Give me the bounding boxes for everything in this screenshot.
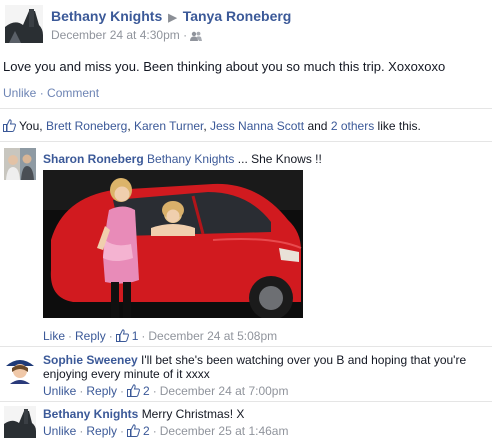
unlike-button[interactable]: Unlike [43, 424, 76, 438]
divider [0, 401, 492, 402]
likes-summary: You, Brett Roneberg, Karen Turner, Jess … [3, 119, 421, 135]
comment-timestamp[interactable]: December 24 at 5:08pm [148, 329, 277, 343]
reply-button[interactable]: Reply [86, 424, 117, 438]
comment-likes-count[interactable]: 1 [115, 329, 138, 345]
comment-actions: Unlike · Reply · 2 · December 25 at 1:46am [43, 424, 289, 438]
comment-timestamp[interactable]: December 24 at 7:00pm [160, 384, 289, 398]
comment-body: Bethany Knights Merry Christmas! X [43, 407, 244, 421]
comment-actions: Like · Reply · 1 · December 24 at 5:08pm [43, 329, 278, 345]
thumbs-up-icon [115, 329, 129, 345]
comment-author-link[interactable]: Bethany Knights [43, 407, 138, 421]
action-separator: · [39, 86, 44, 100]
likes-suffix: like this. [377, 119, 421, 133]
comment-text: I'll bet she's been watching over you B … [141, 353, 467, 367]
comment-likes-count[interactable]: 2 [127, 384, 150, 398]
comment-avatar[interactable] [4, 406, 36, 438]
arrow-right-icon: ▶ [168, 12, 177, 24]
post-author-link[interactable]: Bethany Knights [51, 8, 162, 24]
post-timestamp[interactable]: December 24 at 4:30pm [51, 28, 180, 42]
unlike-button[interactable]: Unlike [3, 86, 36, 100]
comment-body: Sharon Roneberg Bethany Knights ... She … [43, 152, 322, 166]
comment-body: Sophie Sweeney I'll bet she's been watch… [43, 353, 466, 367]
comment-tag-link[interactable]: Bethany Knights [147, 152, 234, 166]
post-actions: Unlike · Comment [3, 86, 99, 100]
comment-actions: Unlike · Reply · 2 · December 24 at 7:00pm [43, 384, 289, 398]
comment-avatar[interactable] [4, 352, 36, 384]
liker-link[interactable]: Jess Nanna Scott [210, 119, 304, 133]
thumbs-up-icon [3, 119, 16, 135]
post-target-link[interactable]: Tanya Roneberg [183, 8, 292, 24]
divider [0, 141, 492, 142]
comment-text: Merry Christmas! X [141, 407, 245, 421]
divider [0, 346, 492, 347]
comment-avatar[interactable] [4, 148, 36, 180]
like-button[interactable]: Like [43, 329, 65, 343]
divider [0, 108, 492, 109]
reply-button[interactable]: Reply [86, 384, 117, 398]
meta-separator: · [183, 28, 188, 42]
comment-photo[interactable] [43, 170, 303, 318]
likes-and: and [307, 119, 328, 133]
post-author-avatar[interactable] [5, 5, 43, 43]
thumbs-up-icon [127, 424, 140, 440]
liker-link[interactable]: Karen Turner [134, 119, 203, 133]
comment-author-link[interactable]: Sharon Roneberg [43, 152, 144, 166]
likes-others-link[interactable]: 2 others [331, 119, 374, 133]
unlike-button[interactable]: Unlike [43, 384, 76, 398]
comment-button[interactable]: Comment [47, 86, 99, 100]
post-meta: December 24 at 4:30pm · [51, 28, 203, 44]
comment-text-continued: enjoying every minute of it xxxx [43, 367, 210, 381]
comment-likes-count[interactable]: 2 [127, 424, 150, 438]
comment-author-link[interactable]: Sophie Sweeney [43, 353, 138, 367]
post-text: Love you and miss you. Been thinking abo… [3, 59, 446, 74]
liker-link[interactable]: Brett Roneberg [46, 119, 127, 133]
post-header: Bethany Knights ▶ Tanya Roneberg [51, 8, 291, 24]
comment-timestamp[interactable]: December 25 at 1:46am [160, 424, 289, 438]
likes-you: You, [19, 119, 43, 133]
friends-icon[interactable] [190, 30, 203, 44]
reply-button[interactable]: Reply [75, 329, 106, 343]
comment-text: ... She Knows !! [237, 152, 322, 166]
thumbs-up-icon [127, 384, 140, 400]
